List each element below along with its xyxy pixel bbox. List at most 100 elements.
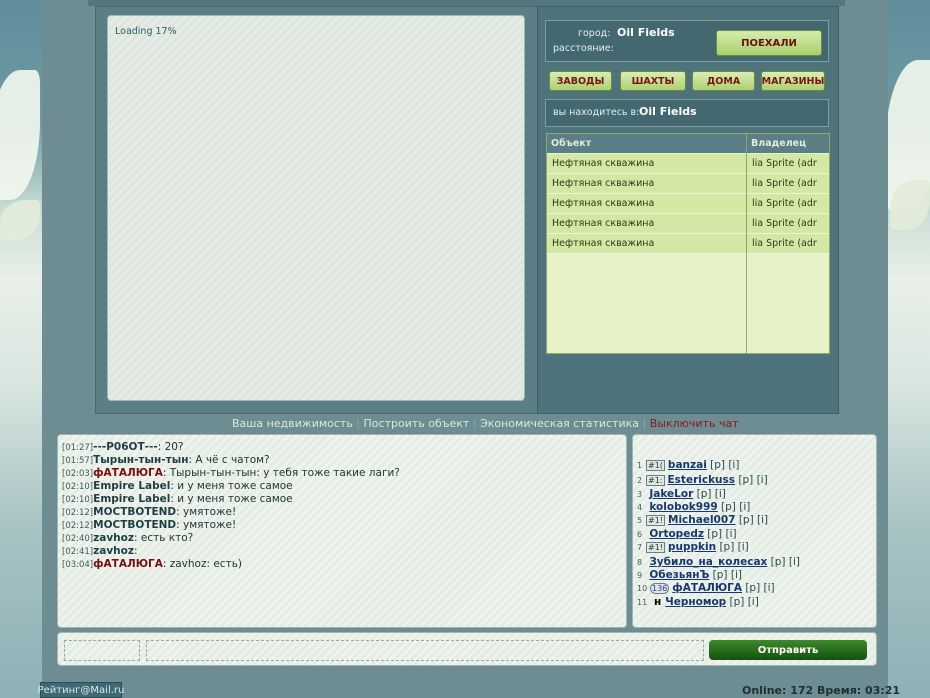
game-viewport[interactable]: Loading 17%: [107, 15, 525, 401]
nav-houses-button[interactable]: ДОМА: [692, 71, 755, 91]
object-cell: Нефтяная скважина: [552, 238, 655, 249]
chat-message: [01:57]Тырын-тын-тын: А чё с чатом?: [62, 454, 270, 466]
go-button[interactable]: ПОЕХАЛИ: [716, 30, 822, 56]
build-link[interactable]: Построить объект: [364, 417, 470, 430]
owner-cell: lia Sprite (adr: [752, 238, 817, 249]
table-row[interactable]: Нефтяная скважина lia Sprite (adr: [547, 214, 829, 234]
loading-text: Loading 17%: [115, 26, 177, 37]
list-item: 1 #1(banzai [p] [i]: [637, 459, 739, 471]
user-nick-link[interactable]: kolobok999: [649, 501, 717, 513]
user-rank: 4: [637, 503, 643, 512]
chat-box[interactable]: [01:27]---Р06ОТ---: 20? [01:57]Тырын-тын…: [57, 434, 627, 628]
chat-user[interactable]: фАТАЛЮГА: [93, 558, 163, 570]
chat-text: : Тырын-тын-тын: у тебя тоже такие лаги?: [162, 467, 400, 479]
chat-user[interactable]: zavhoz: [93, 545, 134, 557]
user-nick-link[interactable]: banzai: [668, 459, 707, 471]
message-input[interactable]: [146, 640, 704, 661]
stats-link[interactable]: Экономическая статистика: [480, 417, 639, 430]
chat-text: : умятоже!: [176, 519, 237, 531]
rating-badge[interactable]: Рейтинг@Mail.ru: [38, 682, 124, 698]
user-nick-link[interactable]: Esterickuss: [668, 474, 736, 486]
table-header: Объект Владелец: [547, 134, 829, 153]
send-button[interactable]: Отправить: [709, 640, 867, 660]
chat-message: [02:12]МОСТВОТЕND: умятоже!: [62, 519, 236, 531]
user-pi-links[interactable]: [p] [i]: [745, 582, 774, 594]
user-nick-link[interactable]: ОбезьянЪ: [649, 569, 709, 581]
foliage-left: [0, 70, 40, 200]
user-pi-links[interactable]: [p] [i]: [738, 474, 767, 486]
nav-mines-button[interactable]: ШАХТЫ: [620, 71, 686, 91]
owner-cell: lia Sprite (adr: [752, 198, 817, 209]
list-item: 8 Зубило_на_колесах [p] [i]: [637, 556, 800, 568]
chat-user[interactable]: ---Р06ОТ---: [93, 441, 158, 453]
chat-user[interactable]: фАТАЛЮГА: [93, 467, 163, 479]
user-nick-link[interactable]: puppkin: [668, 541, 716, 553]
user-pi-links[interactable]: [p] [i]: [697, 488, 726, 500]
chat-user[interactable]: Empire Label: [93, 493, 170, 505]
user-rank: 6: [637, 530, 643, 539]
user-pi-links[interactable]: [p] [i]: [719, 541, 748, 553]
recipient-input[interactable]: [64, 640, 140, 661]
user-pi-links[interactable]: [p] [i]: [730, 596, 759, 608]
list-item: 9 ОбезьянЪ [p] [i]: [637, 569, 742, 581]
user-pi-links[interactable]: [p] [i]: [710, 459, 739, 471]
user-badge: #1:: [646, 475, 665, 486]
chat-time: [02:10]: [62, 495, 94, 505]
city-label: город:: [578, 28, 611, 39]
chat-user[interactable]: МОСТВОТЕND: [93, 519, 176, 531]
chat-text: : и у меня тоже самое: [170, 480, 293, 492]
user-pi-links[interactable]: [p] [i]: [707, 528, 736, 540]
table-row[interactable]: Нефтяная скважина lia Sprite (adr: [547, 194, 829, 214]
chat-text: :: [133, 545, 138, 557]
object-cell: Нефтяная скважина: [552, 218, 655, 229]
object-cell: Нефтяная скважина: [552, 158, 655, 169]
chat-user[interactable]: Тырын-тын-тын: [93, 454, 188, 466]
chat-user[interactable]: zavhoz: [93, 532, 134, 544]
user-badge: 136: [650, 583, 670, 594]
chat-message: [02:03]фАТАЛЮГА: Тырын-тын-тын: у тебя т…: [62, 467, 400, 479]
list-item: 7 #1! puppkin [p] [i]: [637, 541, 749, 553]
user-nick-link[interactable]: Черномор: [665, 596, 726, 608]
list-item: 5 #1! Michael007 [p] [i]: [637, 514, 768, 526]
chat-user[interactable]: МОСТВОТЕND: [93, 506, 176, 518]
user-rank: 7: [637, 543, 643, 552]
user-pi-links[interactable]: [p] [i]: [739, 514, 768, 526]
nav-factories-button[interactable]: ЗАВОДЫ: [549, 71, 612, 91]
chat-time: [02:10]: [62, 482, 94, 492]
user-pi-links[interactable]: [p] [i]: [721, 501, 750, 513]
separator: |: [472, 417, 477, 430]
user-nick-link[interactable]: Ortopedz: [649, 528, 704, 540]
chat-message: [01:27]---Р06ОТ---: 20?: [62, 441, 184, 453]
owner-cell: lia Sprite (adr: [752, 218, 817, 229]
table-row[interactable]: Нефтяная скважина lia Sprite (adr: [547, 154, 829, 174]
user-rank: 10: [637, 584, 648, 593]
list-item: 10 136 фАТАЛЮГА [p] [i]: [637, 582, 775, 594]
column-object-header: Объект: [551, 138, 592, 149]
city-value: Oil Fields: [617, 26, 675, 39]
location-label: вы находитесь в:: [553, 107, 640, 118]
chat-text: : есть кто?: [133, 532, 194, 544]
user-rank: 9: [637, 571, 643, 580]
nav-shops-button[interactable]: МАГАЗИНЫ: [761, 71, 825, 91]
user-nick-link[interactable]: фАТАЛЮГА: [672, 582, 742, 594]
chat-time: [03:04]: [62, 560, 94, 570]
chat-user[interactable]: Empire Label: [93, 480, 170, 492]
chat-message: [02:12]МОСТВОТЕND: умятоже!: [62, 506, 236, 518]
user-list: 1 #1(banzai [p] [i] 2 #1: Esterickuss [p] […: [632, 434, 877, 628]
chat-time: [02:40]: [62, 534, 94, 544]
user-rank: 1: [637, 461, 643, 470]
user-nick-link[interactable]: JakeLor: [649, 488, 693, 500]
links-bar: Ваша недвижимость | Построить объект | Э…: [232, 417, 739, 430]
property-link[interactable]: Ваша недвижимость: [232, 417, 353, 430]
table-row[interactable]: Нефтяная скважина lia Sprite (adr: [547, 174, 829, 194]
chat-text: : 20?: [157, 441, 184, 453]
user-nick-link[interactable]: Michael007: [668, 514, 735, 526]
status-text: Online: 172 Время: 03:21: [742, 684, 901, 697]
table-row[interactable]: Нефтяная скважина lia Sprite (adr: [547, 234, 829, 254]
user-pi-links[interactable]: [p] [i]: [771, 556, 800, 568]
chat-message: [02:41]zavhoz:: [62, 545, 138, 557]
object-cell: Нефтяная скважина: [552, 178, 655, 189]
chat-off-link[interactable]: Выключить чат: [650, 417, 739, 430]
user-pi-links[interactable]: [p] [i]: [713, 569, 742, 581]
user-nick-link[interactable]: Зубило_на_колесах: [649, 556, 767, 568]
